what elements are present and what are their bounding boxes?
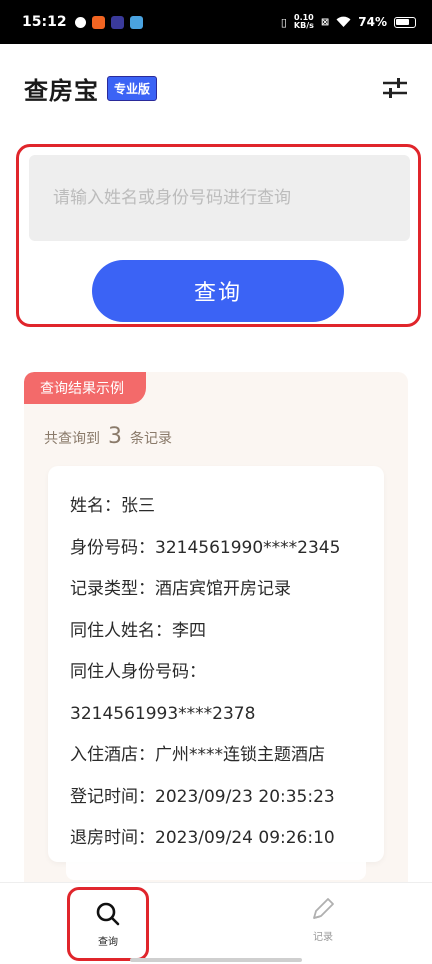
network-speed: 0.10 KB/s [293,13,314,30]
app-notification-icon [110,15,124,29]
record-cohabitant-name: 同住人姓名：李四 [70,620,206,641]
battery-icon [394,16,416,28]
nfc-icon: ⊠ [320,16,330,28]
pro-badge: 专业版 [107,75,158,101]
home-indicator[interactable] [130,958,302,962]
record-name: 姓名：张三 [70,496,155,516]
wifi-icon [336,16,351,27]
record-item[interactable]: 姓名：张三 身份号码：3214561990****2345 记录类型：酒店宾馆开… [48,466,384,862]
result-count-suffix: 条记录 [130,431,172,447]
query-button[interactable]: 查询 [92,260,344,322]
record-cohabitant-id-value: 3214561993****2378 [70,703,256,724]
search-panel: 查询 [16,144,421,327]
search-input[interactable] [29,155,410,241]
record-checkin-time: 登记时间：2023/09/23 20:35:23 [70,786,335,807]
app-notification-icon [91,15,105,29]
record-hotel: 入住酒店：广州****连锁主题酒店 [70,745,325,765]
status-right: ▯ 0.10 KB/s ⊠ 74% [281,14,416,30]
result-example-card: 查询结果示例 共查询到 3 条记录 姓名：张三 身份号码：3214561990*… [24,372,408,892]
example-tag: 查询结果示例 [24,372,146,404]
record-type: 记录类型：酒店宾馆开房记录 [70,579,291,599]
status-time: 15:12 [22,14,67,30]
record-checkout-time: 退房时间：2023/09/24 09:26:10 [70,828,335,848]
result-count-number: 3 [108,424,122,449]
app-title: 查房宝 [24,76,99,105]
search-icon [96,902,120,925]
bottom-nav: 查询 记录 [0,882,432,964]
record-stack-edge [66,862,366,880]
app-notification-icon [129,15,143,29]
app-notification-icon [74,16,86,28]
tab-records-label: 记录 [313,931,333,943]
pencil-icon [313,897,334,919]
vibrate-icon: ▯ [280,15,287,29]
tab-search[interactable]: 查询 [67,887,149,961]
sliders-icon[interactable] [382,76,408,100]
status-bar: 15:12 ▯ 0.10 KB/s ⊠ 74% [0,0,432,44]
result-count-prefix: 共查询到 [44,431,100,447]
app-header: 查房宝 专业版 [0,44,432,132]
result-count: 共查询到 3 条记录 [44,424,172,449]
tab-search-label: 查询 [98,936,118,948]
tab-records[interactable]: 记录 [283,883,363,955]
battery-percent: 74% [358,15,387,29]
record-id-number: 身份号码：3214561990****2345 [70,537,341,558]
record-cohabitant-id-label: 同住人身份号码： [70,662,206,682]
